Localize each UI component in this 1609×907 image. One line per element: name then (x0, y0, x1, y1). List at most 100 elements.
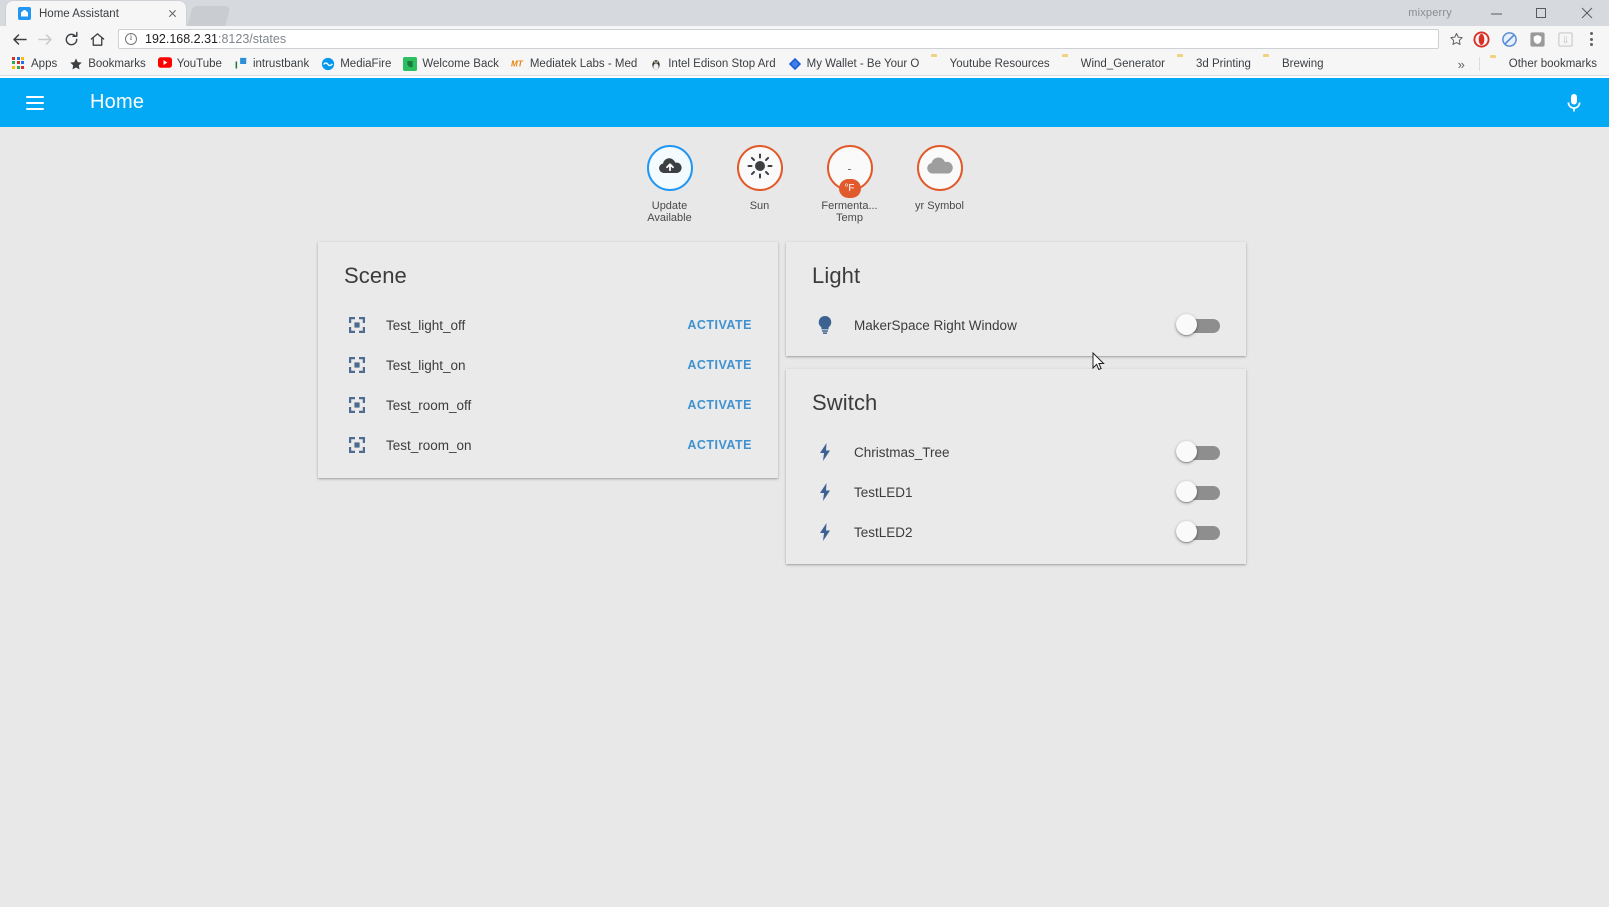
linux-icon (649, 57, 663, 71)
toggle-knob (1176, 521, 1197, 542)
activate-button[interactable]: ACTIVATE (687, 398, 752, 412)
entity-name: Test_room_on (386, 437, 472, 453)
close-icon[interactable] (165, 6, 180, 21)
reload-icon[interactable] (58, 26, 84, 52)
bookmark-label: Apps (31, 57, 58, 70)
svg-text:I: I (235, 59, 238, 71)
bookmark-item-mediafire[interactable]: MediaFire (315, 54, 397, 74)
toggle-switch[interactable] (1176, 481, 1220, 503)
evernote-icon (403, 56, 418, 71)
entity-name: TestLED2 (854, 524, 913, 540)
address-bar[interactable]: 192.168.2.31:8123/states (118, 29, 1439, 49)
badge-fermentation-temp[interactable]: - °F Fermenta... Temp (813, 145, 887, 224)
badge-update-available[interactable]: Update Available (633, 145, 707, 224)
dashboard-body: Update Available Sun - °F Fermenta... Te… (0, 127, 1609, 907)
bookmark-item-my-wallet[interactable]: My Wallet - Be Your O (782, 54, 925, 74)
bookmark-label: 3d Printing (1195, 57, 1251, 70)
page-info-icon[interactable] (125, 32, 137, 45)
bookmark-label: YouTube (176, 57, 222, 70)
opera-icon[interactable] (1467, 26, 1495, 52)
badge-circle (736, 145, 783, 191)
home-icon[interactable] (84, 26, 110, 52)
table-row[interactable]: Christmas_Tree (786, 432, 1246, 472)
shield-icon[interactable] (1523, 26, 1551, 52)
scene-icon (344, 436, 370, 454)
bookmark-apps[interactable]: Apps (6, 54, 63, 74)
bookmark-item-intel-edison[interactable]: Intel Edison Stop Ard (643, 54, 781, 74)
bookmarks-overflow-area: » Other bookmarks (1448, 52, 1603, 75)
table-row[interactable]: Test_room_on ACTIVATE (318, 425, 778, 465)
bookmark-item-youtube[interactable]: YouTube (152, 54, 228, 74)
folder-icon (1062, 57, 1076, 71)
browser-tab[interactable]: Home Assistant (6, 1, 186, 26)
hamburger-menu-icon[interactable] (18, 86, 52, 120)
sun-icon (747, 153, 773, 184)
bookmarks-bar: Apps Bookmarks YouTube I intrustbank Med… (0, 52, 1609, 76)
close-window-icon[interactable] (1564, 0, 1609, 26)
badge-value: - (847, 160, 852, 176)
badge-yr-symbol[interactable]: yr Symbol (903, 145, 977, 224)
browser-window: Home Assistant mixperry i 192.168.2.31:8… (0, 0, 1609, 907)
bookmarks-overflow-button[interactable]: » (1448, 57, 1475, 72)
bookmark-label: Mediatek Labs - Med (529, 57, 638, 70)
entity-name: Christmas_Tree (854, 444, 950, 460)
badge-sun[interactable]: Sun (723, 145, 797, 224)
table-row[interactable]: Test_light_off ACTIVATE (318, 305, 778, 345)
bookmark-folder-youtube-resources[interactable]: Youtube Resources (925, 54, 1056, 74)
bookmark-label: Wind_Generator (1080, 57, 1165, 70)
toggle-switch[interactable] (1176, 521, 1220, 543)
table-row[interactable]: MakerSpace Right Window (786, 305, 1246, 345)
entity-name: TestLED1 (854, 484, 913, 500)
bookmark-item-mediatek-labs[interactable]: MT Mediatek Labs - Med (505, 54, 643, 74)
browser-titlebar: Home Assistant mixperry (0, 0, 1609, 26)
tab-title: Home Assistant (39, 7, 119, 20)
tab-strip: Home Assistant (0, 0, 231, 26)
activate-button[interactable]: ACTIVATE (687, 318, 752, 332)
flash-icon (812, 482, 838, 502)
bookmark-folder-brewing[interactable]: Brewing (1257, 54, 1330, 74)
toggle-knob (1176, 314, 1197, 335)
maximize-icon[interactable] (1519, 0, 1564, 26)
cloud-upload-icon (657, 156, 683, 181)
profile-name[interactable]: mixperry (1408, 7, 1452, 19)
activate-button[interactable]: ACTIVATE (687, 438, 752, 452)
bookmark-star-icon[interactable] (1445, 28, 1467, 50)
toggle-switch[interactable] (1176, 441, 1220, 463)
activate-button[interactable]: ACTIVATE (687, 358, 752, 372)
youtube-icon (157, 56, 172, 71)
adobe-pdf-icon[interactable]: ⇩ (1551, 26, 1579, 52)
toggle-switch[interactable] (1176, 314, 1220, 336)
back-arrow-icon[interactable] (6, 26, 32, 52)
toggle-knob (1176, 441, 1197, 462)
bookmark-folder-wind-generator[interactable]: Wind_Generator (1056, 54, 1171, 74)
minimize-icon[interactable] (1474, 0, 1519, 26)
divider (1478, 57, 1480, 71)
star-icon (69, 57, 83, 71)
new-tab-button[interactable] (187, 6, 231, 26)
adblock-icon[interactable] (1495, 26, 1523, 52)
bookmark-folder-other-bookmarks[interactable]: Other bookmarks (1484, 54, 1603, 74)
table-row[interactable]: Test_light_on ACTIVATE (318, 345, 778, 385)
chrome-menu-icon[interactable] (1579, 26, 1603, 52)
card-title: Light (812, 263, 861, 288)
card-light: Light MakerSpace Right Window (786, 242, 1246, 356)
table-row[interactable]: TestLED2 (786, 512, 1246, 552)
cloud-icon (925, 156, 955, 181)
entity-name: Test_room_off (386, 397, 472, 413)
card-scene: Scene Test_light_off ACTIVATE Test_light… (318, 242, 778, 478)
bookmark-label: MediaFire (340, 57, 392, 70)
bookmark-label: Brewing (1281, 57, 1324, 70)
table-row[interactable]: TestLED1 (786, 472, 1246, 512)
bookmark-folder-3d-printing[interactable]: 3d Printing (1171, 54, 1257, 74)
bookmark-item-intrustbank[interactable]: I intrustbank (228, 54, 315, 74)
microphone-icon[interactable] (1559, 88, 1589, 118)
entity-name: Test_light_on (386, 357, 466, 373)
bookmark-label: Bookmarks (88, 57, 146, 70)
table-row[interactable]: Test_room_off ACTIVATE (318, 385, 778, 425)
forward-arrow-icon (32, 26, 58, 52)
bookmark-item-welcome-back[interactable]: Welcome Back (397, 54, 504, 74)
svg-text:⇩: ⇩ (1561, 36, 1569, 46)
scene-icon (344, 356, 370, 374)
flash-icon (812, 522, 838, 542)
bookmark-item-bookmarks[interactable]: Bookmarks (63, 54, 152, 74)
